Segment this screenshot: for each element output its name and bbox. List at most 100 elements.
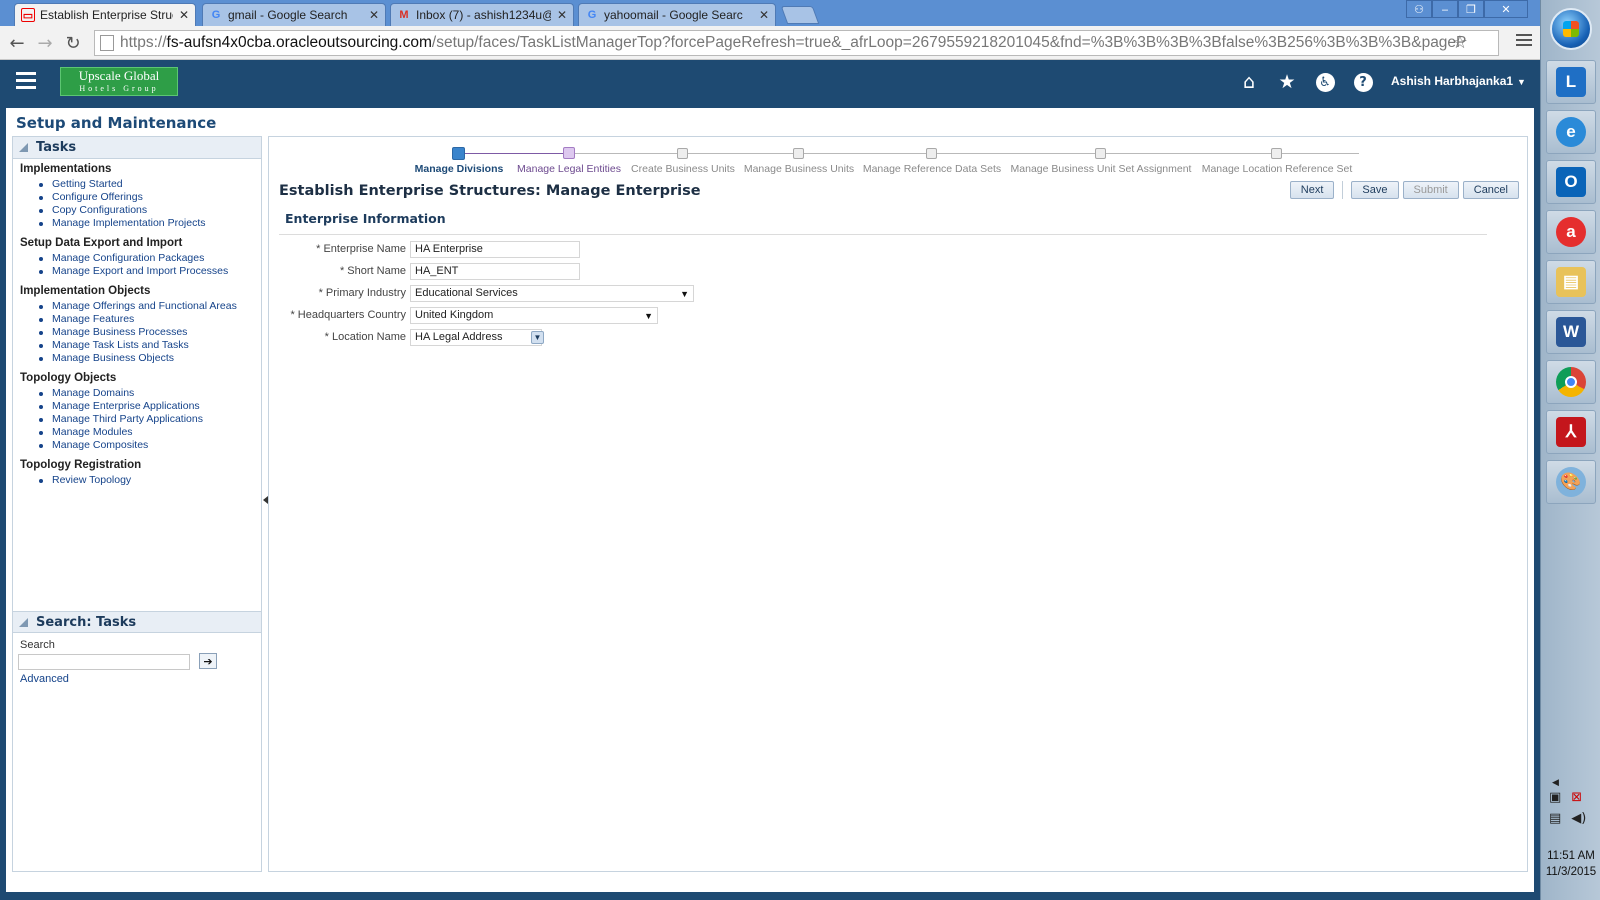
help-icon[interactable]: ? (1344, 69, 1382, 95)
taskbar-clock[interactable]: 11:51 AM 11/3/2015 (1541, 848, 1600, 880)
train-stop-manage-reference-data-sets[interactable]: Manage Reference Data Sets (863, 163, 1001, 175)
gmail-icon: M (399, 9, 409, 21)
taskbar-file-explorer[interactable]: ▤ (1546, 260, 1596, 304)
task-link[interactable]: Manage Modules (39, 426, 261, 439)
user-menu[interactable]: Ashish Harbhajanka1 ▼ (1391, 74, 1526, 88)
location-name-label: * Location Name (324, 331, 406, 343)
location-name-lov[interactable]: HA Legal Address ▼ (410, 328, 544, 346)
train-stop-marker[interactable] (1095, 148, 1106, 159)
taskbar-paint[interactable]: 🎨 (1546, 460, 1596, 504)
close-tab-icon[interactable]: ✕ (179, 8, 189, 22)
task-link[interactable]: Manage Implementation Projects (39, 217, 261, 230)
tasks-panel-header[interactable]: Tasks (13, 137, 261, 159)
save-button[interactable]: Save (1351, 181, 1399, 199)
train-stop-manage-legal-entities[interactable]: Manage Legal Entities (517, 163, 621, 175)
train-connector (459, 153, 569, 154)
network-icon[interactable]: ▣ (1549, 790, 1561, 805)
browser-tab-gmail-search[interactable]: G gmail - Google Search ✕ (202, 3, 386, 26)
profile-icon[interactable]: ⚇ (1406, 0, 1432, 18)
volume-icon[interactable]: ◀) (1571, 811, 1586, 826)
task-link[interactable]: Manage Business Processes (39, 326, 261, 339)
taskbar-airtel[interactable]: a (1546, 210, 1596, 254)
address-bar[interactable]: https://fs-aufsn4x0cba.oracleoutsourcing… (94, 30, 1499, 56)
search-input[interactable] (18, 654, 190, 670)
headquarters-country-select[interactable]: United Kingdom ▼ (410, 306, 658, 324)
close-tab-icon[interactable]: ✕ (557, 8, 567, 22)
show-hidden-icons-icon[interactable]: ◀ (1552, 778, 1559, 788)
app-header: Upscale Global Hotels Group ⌂ ★ ♿ ? Ashi… (0, 61, 1540, 103)
close-tab-icon[interactable]: ✕ (369, 8, 379, 22)
star-icon[interactable]: ★ (1268, 69, 1306, 95)
taskbar-lync[interactable]: L (1546, 60, 1596, 104)
browser-menu-icon[interactable] (1516, 34, 1532, 49)
accessibility-icon[interactable]: ♿ (1306, 69, 1344, 95)
browser-tab-establish-enterprise[interactable]: ▭ Establish Enterprise Struct ✕ (14, 3, 196, 26)
search-go-icon[interactable]: ➔ (199, 653, 217, 669)
bookmark-star-icon[interactable]: ☆ (1452, 32, 1468, 53)
hamburger-menu-icon[interactable] (16, 72, 36, 93)
minimize-icon[interactable]: ‒ (1432, 0, 1458, 18)
task-link[interactable]: Manage Configuration Packages (39, 252, 261, 265)
train-stop-marker[interactable] (926, 148, 937, 159)
task-link[interactable]: Copy Configurations (39, 204, 261, 217)
close-tab-icon[interactable]: ✕ (759, 8, 769, 22)
task-link[interactable]: Manage Third Party Applications (39, 413, 261, 426)
browser-tab-yahoomail-search[interactable]: G yahoomail - Google Searc ✕ (578, 3, 776, 26)
taskbar-outlook[interactable]: O (1546, 160, 1596, 204)
next-button[interactable]: Next (1289, 181, 1335, 199)
logo-line1: Upscale Global (78, 68, 160, 83)
train-stop-marker[interactable] (793, 148, 804, 159)
home-icon[interactable]: ⌂ (1230, 69, 1268, 95)
close-window-icon[interactable]: ✕ (1484, 0, 1528, 18)
new-tab-button[interactable] (780, 6, 820, 24)
search-tasks-header[interactable]: Search: Tasks (13, 611, 261, 633)
train-stop-manage-bu-set-assignment[interactable]: Manage Business Unit Set Assignment (1011, 163, 1192, 175)
taskbar-internet-explorer[interactable]: e (1546, 110, 1596, 154)
task-link[interactable]: Manage Composites (39, 439, 261, 452)
submit-button[interactable]: Submit (1402, 181, 1459, 199)
advanced-search-link[interactable]: Advanced (20, 673, 69, 685)
company-logo[interactable]: Upscale Global Hotels Group (60, 67, 178, 96)
internet-explorer-icon: e (1556, 117, 1586, 147)
task-link[interactable]: Manage Enterprise Applications (39, 400, 261, 413)
task-link[interactable]: Manage Business Objects (39, 352, 261, 365)
lov-dropdown-icon[interactable]: ▼ (531, 330, 544, 344)
action-center-icon[interactable]: ▤ (1549, 811, 1561, 826)
task-link[interactable]: Getting Started (39, 178, 261, 191)
taskbar-word[interactable]: W (1546, 310, 1596, 354)
short-name-input[interactable]: HA_ENT (410, 262, 580, 280)
enterprise-name-input[interactable]: HA Enterprise (410, 240, 580, 258)
task-link[interactable]: Manage Domains (39, 387, 261, 400)
restore-icon[interactable]: ❐ (1458, 0, 1484, 18)
windows-start-icon[interactable] (1550, 8, 1592, 50)
task-link[interactable]: Manage Export and Import Processes (39, 265, 261, 278)
task-link[interactable]: Manage Offerings and Functional Areas (39, 300, 261, 313)
train-stop-marker[interactable] (563, 147, 575, 159)
train-stop-manage-location-reference-set[interactable]: Manage Location Reference Set (1202, 163, 1353, 175)
task-link[interactable]: Manage Features (39, 313, 261, 326)
train-stop-marker[interactable] (452, 147, 465, 160)
collapse-icon[interactable] (19, 617, 28, 627)
task-link[interactable]: Configure Offerings (39, 191, 261, 204)
task-link[interactable]: Review Topology (39, 474, 261, 487)
collapse-icon[interactable] (19, 143, 28, 152)
primary-industry-select[interactable]: Educational Services ▼ (410, 284, 694, 302)
browser-tab-inbox[interactable]: M Inbox (7) - ashish1234u@ ✕ (390, 3, 574, 26)
power-warning-icon[interactable]: ⊠ (1571, 790, 1582, 805)
taskbar-acrobat[interactable]: ⅄ (1546, 410, 1596, 454)
cancel-button[interactable]: Cancel (1462, 181, 1519, 199)
train-stop-create-business-units[interactable]: Create Business Units (631, 163, 735, 175)
task-link[interactable]: Manage Task Lists and Tasks (39, 339, 261, 352)
train-stop-marker[interactable] (677, 148, 688, 159)
google-icon: G (587, 9, 597, 21)
back-icon[interactable]: ← (6, 32, 28, 54)
outlook-icon: O (1556, 167, 1586, 197)
train-stop-manage-divisions[interactable]: Manage Divisions (415, 163, 504, 175)
taskbar-chrome[interactable] (1546, 360, 1596, 404)
short-name-label: * Short Name (339, 265, 406, 277)
tab-title: gmail - Google Search (228, 8, 348, 22)
forward-icon[interactable]: → (34, 32, 56, 54)
train-stop-manage-business-units[interactable]: Manage Business Units (744, 163, 854, 175)
train-stop-marker[interactable] (1271, 148, 1282, 159)
reload-icon[interactable]: ↻ (62, 32, 84, 54)
